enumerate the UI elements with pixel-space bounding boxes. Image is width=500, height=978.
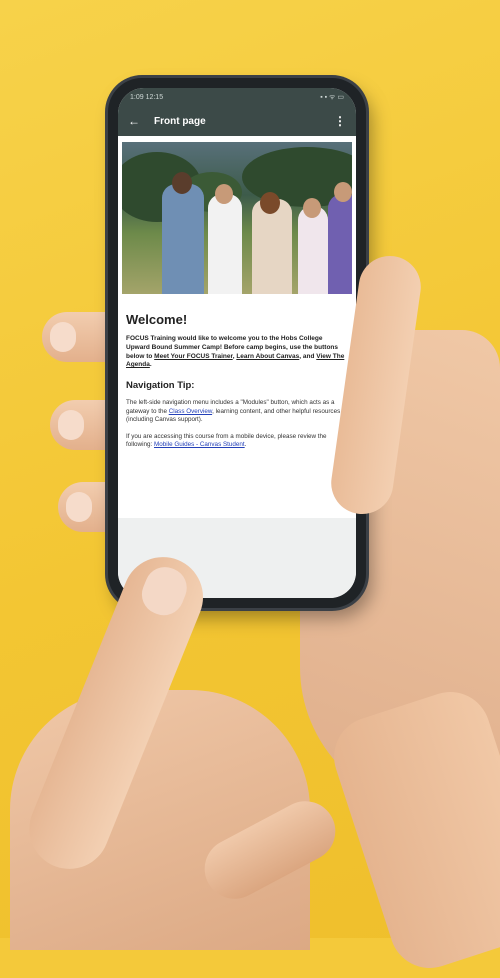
status-icons: ▪ ▪ ᯤ ▭ bbox=[320, 93, 344, 101]
smartphone: 1:09 12:15 ▪ ▪ ᯤ ▭ ← Front page ⋮ Welcom… bbox=[108, 78, 366, 608]
learn-canvas-link[interactable]: Learn About Canvas bbox=[236, 353, 299, 360]
welcome-paragraph: FOCUS Training would like to welcome you… bbox=[126, 335, 348, 370]
page-title: Front page bbox=[154, 115, 206, 127]
tip-paragraph-2: If you are accessing this course from a … bbox=[126, 433, 348, 450]
kebab-icon[interactable]: ⋮ bbox=[334, 114, 346, 128]
meet-trainer-link[interactable]: Meet Your FOCUS Trainer bbox=[154, 353, 233, 360]
tip-paragraph-1: The left-side navigation menu includes a… bbox=[126, 399, 348, 425]
tip-text: . bbox=[244, 441, 247, 449]
phone-screen: 1:09 12:15 ▪ ▪ ᯤ ▭ ← Front page ⋮ Welcom… bbox=[118, 88, 356, 598]
class-overview-link[interactable]: Class Overview bbox=[169, 408, 212, 415]
welcome-sep: , and bbox=[299, 352, 317, 360]
header-photo bbox=[122, 142, 352, 294]
status-time: 1:09 12:15 bbox=[130, 93, 164, 101]
mobile-guides-link[interactable]: Mobile Guides - Canvas Student bbox=[154, 441, 245, 448]
app-bar: ← Front page ⋮ bbox=[118, 106, 356, 136]
status-bar: 1:09 12:15 ▪ ▪ ᯤ ▭ bbox=[118, 88, 356, 106]
page-content: Welcome! FOCUS Training would like to we… bbox=[118, 294, 356, 450]
welcome-end: . bbox=[149, 361, 152, 369]
arrow-left-icon[interactable]: ← bbox=[128, 114, 144, 128]
navigation-tip-heading: Navigation Tip: bbox=[126, 380, 195, 392]
welcome-heading: Welcome! bbox=[126, 312, 188, 327]
